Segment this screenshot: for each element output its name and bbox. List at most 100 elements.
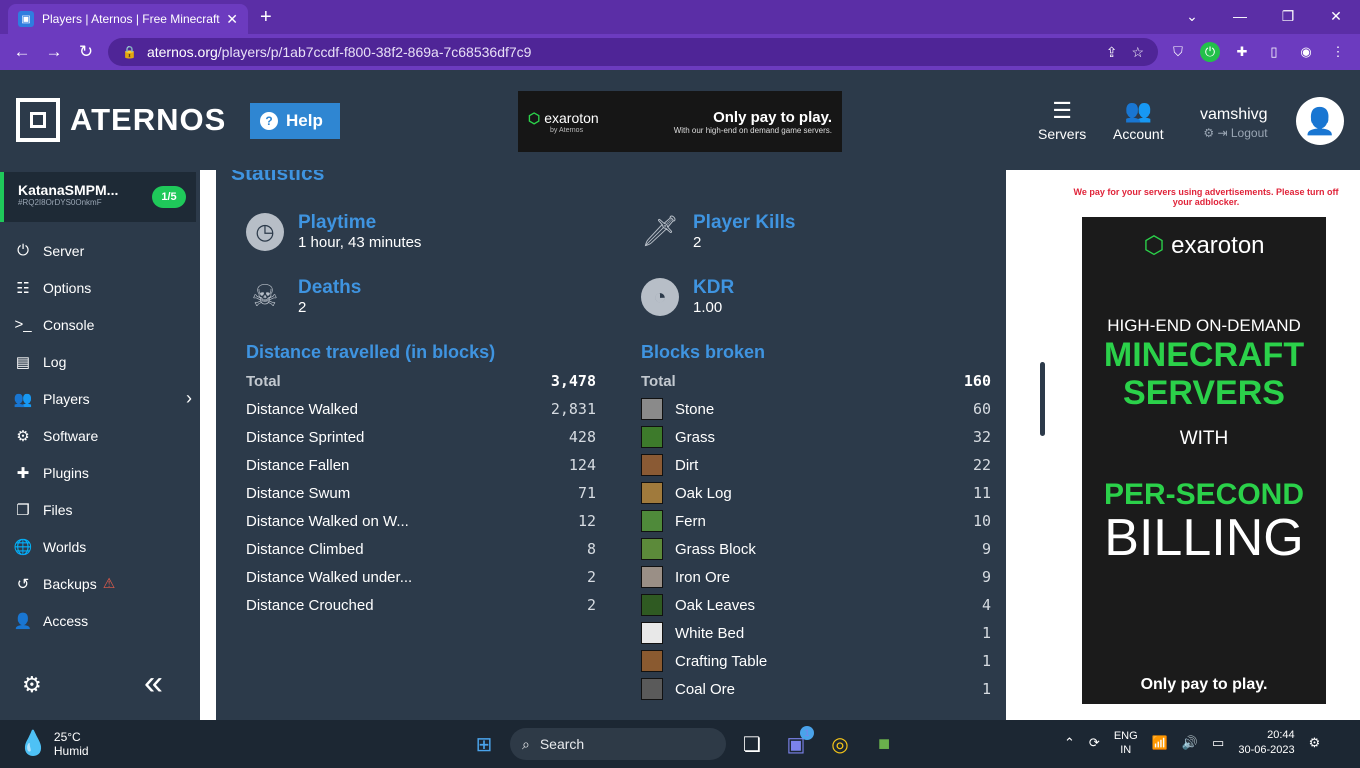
minimize-icon[interactable]: — [1216, 0, 1264, 34]
tab-search-icon[interactable]: ⌄ [1168, 0, 1216, 34]
bookmark-star-icon[interactable]: ☆ [1131, 44, 1144, 61]
volume-icon[interactable]: 🔊 [1182, 735, 1198, 751]
ad-line: SERVERS [1123, 374, 1285, 412]
cogs-icon: ⚙ [16, 427, 30, 445]
statistics-panel: Statistics ◷ Playtime 1 hour, 43 minutes … [216, 170, 1006, 720]
server-card[interactable]: KatanaSMPM... #RQ2I8OrDYS0OnkmF 1/5 [0, 172, 196, 222]
notification-settings-icon[interactable]: ⚙ [1309, 735, 1321, 751]
aternos-logo[interactable]: ATERNOS [16, 98, 226, 142]
sidebar-item-worlds[interactable]: 🌐 Worlds [0, 528, 200, 565]
skull-icon: ☠ [251, 280, 279, 313]
table-row: Fern 10 [641, 507, 991, 535]
table-row: Distance Crouched 2 [246, 596, 596, 614]
fern-block-icon [641, 510, 663, 532]
sidebar-item-options[interactable]: ☷ Options [0, 269, 200, 306]
table-row: Distance Walked on W... 12 [246, 512, 596, 530]
forward-icon[interactable]: → [38, 42, 70, 62]
stat-playtime: ◷ Playtime 1 hour, 43 minutes [246, 212, 421, 251]
table-row: Grass Block 9 [641, 535, 991, 563]
raindrop-icon: 💧 [18, 730, 48, 757]
extensions-puzzle-icon[interactable]: ✚ [1232, 42, 1252, 62]
restore-icon[interactable]: ❐ [1264, 0, 1312, 34]
minecraft-icon[interactable]: ■ [866, 726, 902, 762]
table-row: Distance Walked under... 2 [246, 568, 596, 586]
teams-chat-icon[interactable]: ▣ 1 [778, 726, 814, 762]
search-icon: ⌕ [522, 735, 530, 752]
header-ad-banner[interactable]: ⬡ exaroton by Aternos Only pay to play. W… [518, 91, 842, 152]
browser-tab-bar: ▣ Players | Aternos | Free Minecraft ✕ +… [0, 0, 1360, 34]
white-bed-block-icon [641, 622, 663, 644]
sidebar-item-console[interactable]: >_ Console [0, 306, 200, 343]
stat-kdr: ◔ KDR 1.00 [641, 277, 734, 316]
url-bar[interactable]: 🔒 aternos.org/players/p/1ab7ccdf-f800-38… [108, 38, 1158, 66]
ad-brand: ⬡ exaroton [1143, 232, 1265, 259]
table-row: Dirt 22 [641, 451, 991, 479]
table-row: White Bed 1 [641, 619, 991, 647]
sync-icon[interactable]: ⟳ [1089, 735, 1100, 751]
sidebar-item-log[interactable]: ▤ Log [0, 343, 200, 380]
logout-link[interactable]: ⚙ ⇥ Logout [1200, 126, 1267, 140]
chevron-up-icon[interactable]: ⌃ [1064, 735, 1075, 751]
right-ad-column: We pay for your servers using advertisem… [1022, 170, 1360, 720]
account-gear-icon: 👥 [1124, 98, 1152, 123]
settings-small-icon[interactable]: ⚙ [1203, 126, 1214, 140]
weather-widget[interactable]: 💧 25°C Humid [18, 729, 89, 758]
shield-extension-icon[interactable]: ⛉ [1168, 42, 1188, 62]
windows-start-icon[interactable]: ⊞ [466, 726, 502, 762]
side-panel-icon[interactable]: ▯ [1264, 42, 1284, 62]
chrome-menu-icon[interactable]: ⋮ [1328, 42, 1348, 62]
coal-ore-block-icon [641, 678, 663, 700]
share-icon[interactable]: ⇪ [1106, 44, 1118, 61]
battery-icon[interactable]: ▭ [1212, 735, 1224, 751]
skyscraper-ad[interactable]: ⬡ exaroton HIGH-END ON-DEMAND MINECRAFT … [1082, 217, 1326, 704]
grass-block-block-icon [641, 538, 663, 560]
table-row: Distance Sprinted 428 [246, 428, 596, 446]
reload-icon[interactable]: ↻ [70, 42, 102, 62]
collapse-sidebar-icon[interactable]: « [144, 664, 163, 703]
table-row: Grass 32 [641, 423, 991, 451]
site-header: ATERNOS ? Help ⬡ exaroton by Aternos Only… [0, 70, 1360, 170]
help-button[interactable]: ? Help [250, 103, 340, 139]
settings-gear-icon[interactable]: ⚙ [22, 672, 42, 698]
scrollbar-thumb[interactable] [1040, 362, 1045, 436]
sidebar-item-plugins[interactable]: ✚ Plugins [0, 454, 200, 491]
wifi-icon[interactable]: 📶 [1152, 735, 1168, 751]
sidebar-menu: ⏻ Server ☷ Options >_ Console ▤ Log 👥 Players… [0, 232, 200, 639]
username: vamshivg [1200, 106, 1268, 123]
chrome-icon[interactable]: ◎ [822, 726, 858, 762]
sidebar-item-files[interactable]: ❐ Files [0, 491, 200, 528]
tab-close-icon[interactable]: ✕ [226, 11, 238, 28]
lock-icon[interactable]: 🔒 [122, 45, 137, 59]
exaroton-hex-icon: ⬡ [1143, 232, 1165, 259]
new-tab-icon[interactable]: + [260, 6, 272, 29]
table-row: Total 3,478 [246, 372, 596, 390]
grass-block-icon [641, 426, 663, 448]
table-row: Distance Climbed 8 [246, 540, 596, 558]
browser-tab[interactable]: ▣ Players | Aternos | Free Minecraft ✕ [8, 4, 248, 34]
stat-player-kills: 🗡 Player Kills 2 [640, 212, 796, 251]
account-nav-button[interactable]: 👥 Account [1113, 98, 1164, 142]
green-extension-icon[interactable]: ⏻ [1200, 42, 1220, 62]
language-indicator[interactable]: ENG IN [1114, 729, 1138, 757]
system-tray: ⌃ ⟳ ENG IN 📶 🔊 ▭ 20:44 30-06-2023 ⚙ [1064, 728, 1320, 758]
profile-icon[interactable]: ◉ [1296, 42, 1316, 62]
sidebar-item-players[interactable]: 👥 Players › [0, 380, 200, 417]
avatar[interactable]: 👤 [1296, 97, 1344, 145]
folder-icon: ❐ [16, 501, 30, 519]
sidebar-item-backups[interactable]: ↺ Backups ⚠ [0, 565, 200, 602]
window-close-icon[interactable]: ✕ [1312, 0, 1360, 34]
sidebar-item-server[interactable]: ⏻ Server [0, 232, 200, 269]
clock[interactable]: 20:44 30-06-2023 [1238, 728, 1294, 758]
ad-line: PER-SECOND [1103, 478, 1305, 511]
task-view-icon[interactable]: ❏ [734, 726, 770, 762]
distance-table: Total 3,478 Distance Walked 2,831 Distance… [246, 367, 596, 619]
back-icon[interactable]: ← [6, 42, 38, 62]
taskbar-search[interactable]: ⌕ Search [510, 728, 726, 760]
window-controls: ⌄ — ❐ ✕ [1168, 0, 1360, 34]
ad-slogan: Only pay to play. With our high-end on d… [673, 108, 832, 135]
tab-title: Players | Aternos | Free Minecraft [42, 12, 220, 26]
aternos-favicon-icon: ▣ [18, 11, 34, 27]
sidebar-item-software[interactable]: ⚙ Software [0, 417, 200, 454]
servers-nav-button[interactable]: ☰ Servers [1038, 98, 1086, 142]
sidebar-item-access[interactable]: 👤 Access [0, 602, 200, 639]
